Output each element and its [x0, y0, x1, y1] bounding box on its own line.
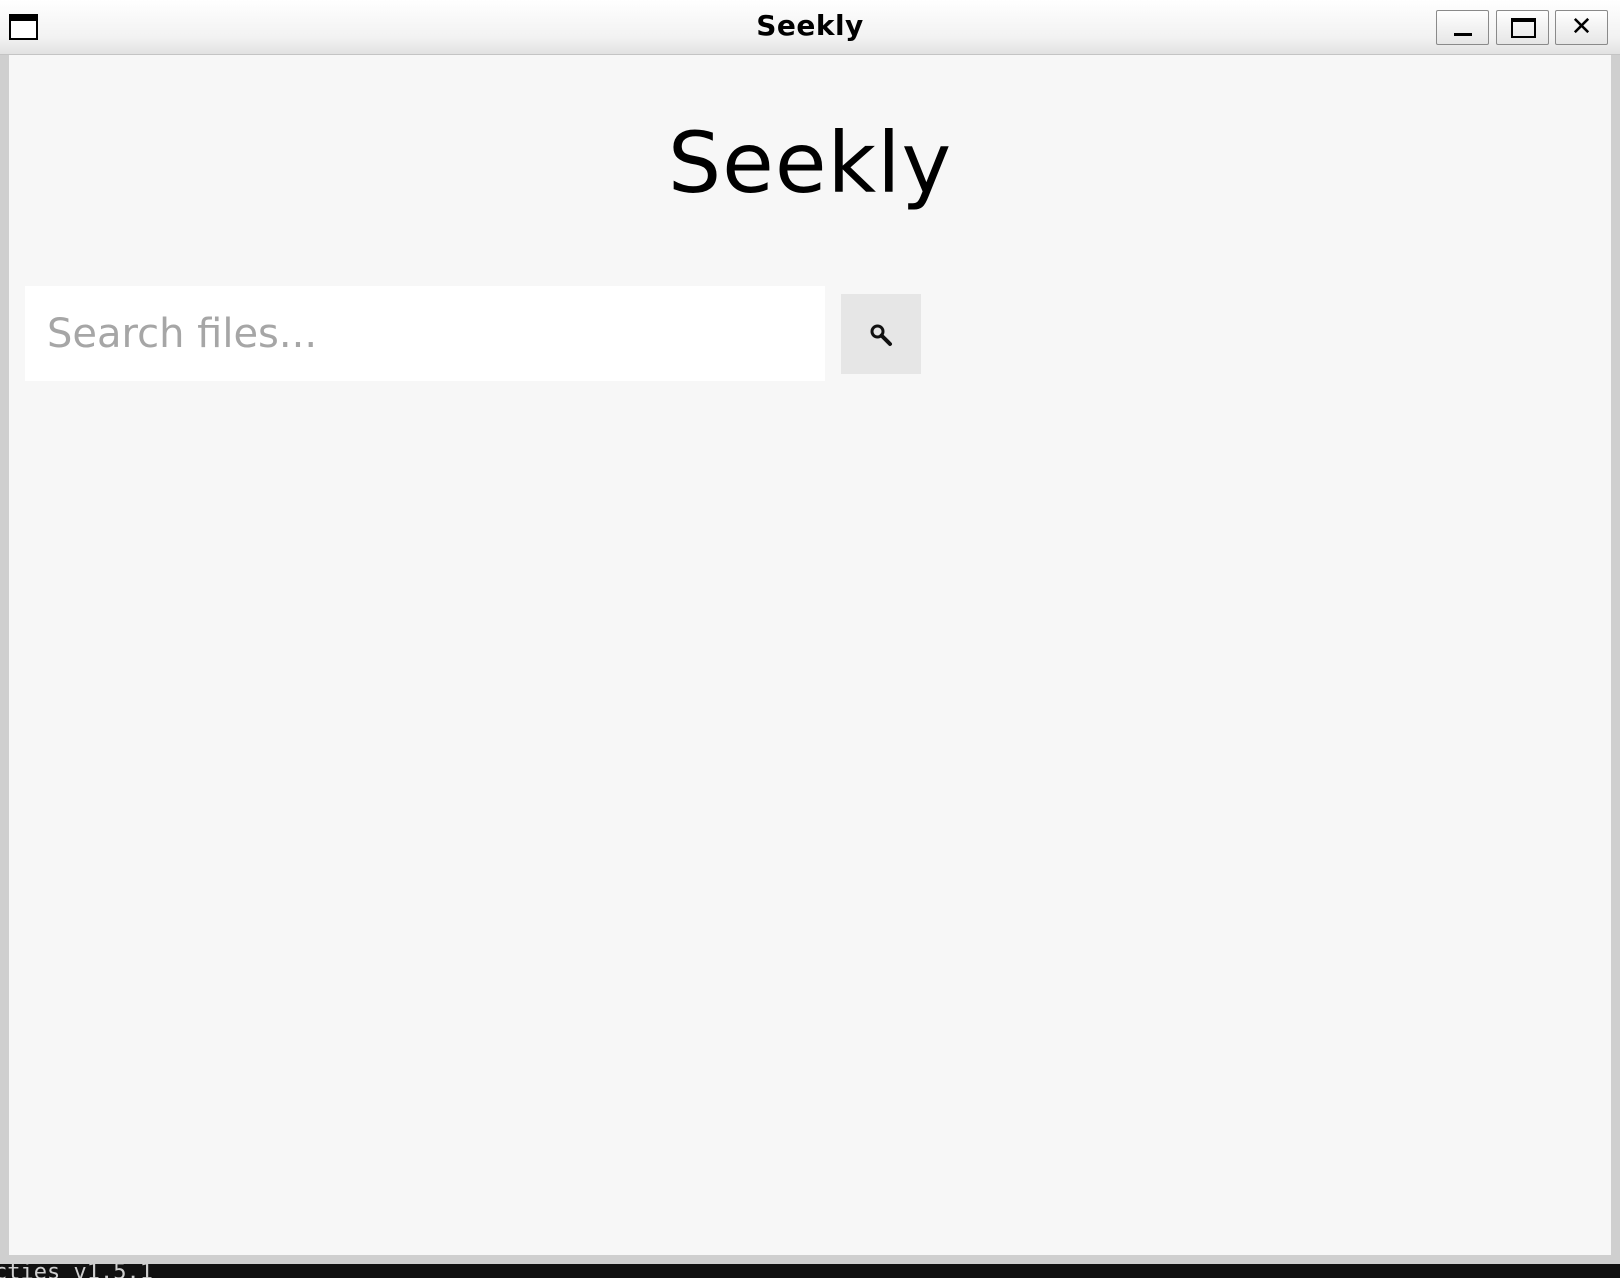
- app-window: Seekly ✕ Seekly: [0, 0, 1620, 1264]
- search-input[interactable]: [25, 286, 825, 381]
- search-button[interactable]: [841, 294, 921, 374]
- close-icon: ✕: [1570, 12, 1593, 42]
- app-heading: Seekly: [667, 114, 953, 212]
- window-title: Seekly: [756, 9, 864, 42]
- minimize-icon: [1454, 33, 1472, 36]
- minimize-button[interactable]: [1436, 10, 1489, 45]
- close-button[interactable]: ✕: [1555, 10, 1608, 45]
- background-terminal: cties v1.5.1: [0, 1264, 1620, 1278]
- search-icon: [870, 324, 892, 346]
- terminal-text: cties v1.5.1: [0, 1264, 153, 1278]
- title-bar[interactable]: Seekly ✕: [0, 0, 1620, 55]
- app-content: Seekly: [9, 55, 1611, 1255]
- maximize-icon: [1511, 18, 1536, 38]
- maximize-button[interactable]: [1496, 10, 1549, 45]
